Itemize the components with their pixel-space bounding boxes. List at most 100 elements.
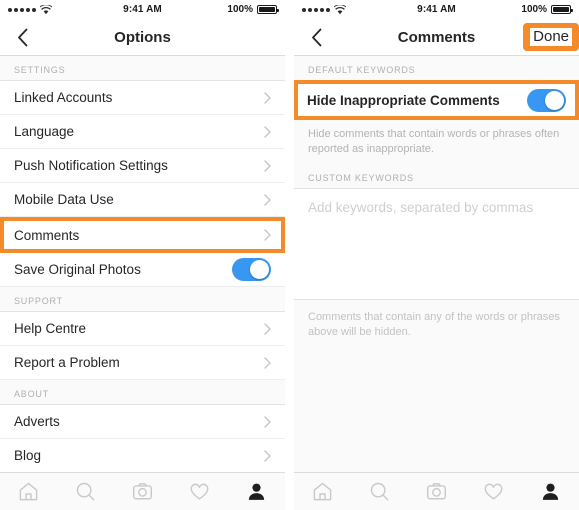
default-keywords-helper-text: Hide comments that contain words or phra… (294, 120, 579, 157)
settings-row-report-a-problem[interactable]: Report a Problem (0, 346, 285, 380)
chevron-right-icon (264, 193, 271, 206)
tab-home[interactable] (0, 481, 57, 502)
custom-keywords-footer-note: Comments that contain any of the words o… (294, 299, 579, 350)
section-header-custom-keywords: CUSTOM KEYWORDS (294, 156, 579, 188)
settings-row-linked-accounts[interactable]: Linked Accounts (0, 81, 285, 115)
back-button[interactable] (0, 28, 44, 47)
row-label: Report a Problem (14, 355, 120, 370)
status-bar-time: 9:41 AM (417, 4, 456, 15)
wifi-icon (334, 4, 346, 14)
row-label: Push Notification Settings (14, 158, 168, 173)
done-button[interactable]: Done (530, 28, 572, 46)
section-header-about: ABOUT (0, 380, 285, 404)
left-settings-scroll[interactable]: SETTINGS Linked Accounts Language Push N… (0, 56, 285, 472)
done-button-label: Done (533, 28, 569, 45)
status-bar: 9:41 AM 100% (294, 0, 579, 19)
section-header-settings: SETTINGS (0, 56, 285, 80)
tab-search[interactable] (57, 481, 114, 502)
tab-camera[interactable] (114, 481, 171, 502)
custom-keywords-input[interactable]: Add keywords, separated by commas (294, 187, 579, 300)
row-label: Comments (14, 227, 80, 243)
battery-percent-label: 100% (227, 4, 253, 15)
hide-inappropriate-comments-toggle[interactable] (527, 88, 566, 112)
battery-percent-label: 100% (521, 4, 547, 15)
row-label: Hide Inappropriate Comments (307, 92, 500, 108)
status-bar-right: 100% (162, 4, 279, 15)
status-bar: 9:41 AM 100% (0, 0, 285, 19)
search-icon (76, 482, 95, 501)
row-label: Blog (14, 448, 42, 463)
section-header-default-keywords: DEFAULT KEYWORDS (294, 56, 579, 80)
chevron-right-icon (264, 91, 271, 104)
wifi-icon (40, 4, 52, 14)
chevron-right-icon (264, 322, 271, 335)
settings-row-language[interactable]: Language (0, 115, 285, 149)
right-phone-screen: 9:41 AM 100% Comments Done DEFAULT KEYWO… (294, 0, 579, 510)
hide-inappropriate-comments-highlight: Hide Inappropriate Comments (294, 80, 579, 120)
settings-row-blog[interactable]: Blog (0, 439, 285, 472)
chevron-right-icon (264, 229, 271, 241)
tab-profile[interactable] (228, 481, 285, 502)
chevron-right-icon (264, 159, 271, 172)
row-label: Help Centre (14, 321, 87, 336)
settings-row-push-notification-settings[interactable]: Push Notification Settings (0, 149, 285, 183)
right-nav-bar: Comments Done (294, 19, 579, 56)
row-label: Save Original Photos (14, 262, 141, 277)
signal-dots-icon (8, 7, 36, 12)
row-label: Adverts (14, 414, 60, 429)
signal-dots-icon (302, 7, 330, 12)
about-section-list: Adverts Blog (0, 404, 285, 472)
heart-icon (484, 483, 503, 500)
settings-row-save-original-photos[interactable]: Save Original Photos (0, 253, 285, 287)
nav-right-actions: Done (523, 23, 579, 51)
settings-row-comments[interactable]: Comments (0, 217, 285, 253)
right-tab-bar (294, 472, 579, 510)
tab-profile[interactable] (522, 481, 579, 502)
tab-search[interactable] (351, 481, 408, 502)
chevron-right-icon (264, 356, 271, 369)
settings-section-list: Linked Accounts Language Push Notificati… (0, 80, 285, 287)
heart-icon (190, 483, 209, 500)
back-button[interactable] (294, 28, 338, 47)
save-original-photos-toggle[interactable] (232, 258, 271, 281)
chevron-left-icon (311, 28, 321, 46)
status-bar-left (302, 4, 417, 15)
status-bar-left (8, 4, 123, 15)
hide-inappropriate-comments-row[interactable]: Hide Inappropriate Comments (298, 84, 575, 116)
left-nav-bar: Options (0, 19, 285, 56)
done-button-highlight: Done (523, 23, 579, 51)
tab-camera[interactable] (408, 481, 465, 502)
comments-settings-scroll[interactable]: DEFAULT KEYWORDS Hide Inappropriate Comm… (294, 56, 579, 472)
status-bar-time: 9:41 AM (123, 4, 162, 15)
settings-row-mobile-data-use[interactable]: Mobile Data Use (0, 183, 285, 217)
panel-divider (285, 0, 294, 510)
tab-activity[interactable] (465, 481, 522, 502)
chevron-left-icon (17, 28, 27, 46)
camera-icon (133, 483, 152, 500)
section-header-support: SUPPORT (0, 287, 285, 311)
tab-home[interactable] (294, 481, 351, 502)
settings-row-help-centre[interactable]: Help Centre (0, 312, 285, 346)
tab-activity[interactable] (171, 481, 228, 502)
dual-screenshot-container: 9:41 AM 100% Options SETTINGS Linked Acc… (0, 0, 579, 510)
row-label: Linked Accounts (14, 90, 113, 105)
search-icon (370, 482, 389, 501)
row-label: Mobile Data Use (14, 192, 114, 207)
support-section-list: Help Centre Report a Problem (0, 311, 285, 380)
profile-icon (248, 483, 265, 500)
chevron-right-icon (264, 449, 271, 462)
battery-full-icon (257, 5, 279, 14)
camera-icon (427, 483, 446, 500)
chevron-right-icon (264, 125, 271, 138)
custom-keywords-placeholder: Add keywords, separated by commas (308, 199, 534, 215)
status-bar-right: 100% (456, 4, 573, 15)
row-label: Language (14, 124, 75, 139)
settings-row-adverts[interactable]: Adverts (0, 405, 285, 439)
left-phone-screen: 9:41 AM 100% Options SETTINGS Linked Acc… (0, 0, 285, 510)
home-icon (313, 482, 332, 501)
home-icon (19, 482, 38, 501)
battery-full-icon (551, 5, 573, 14)
left-tab-bar (0, 472, 285, 510)
chevron-right-icon (264, 415, 271, 428)
profile-icon (542, 483, 559, 500)
